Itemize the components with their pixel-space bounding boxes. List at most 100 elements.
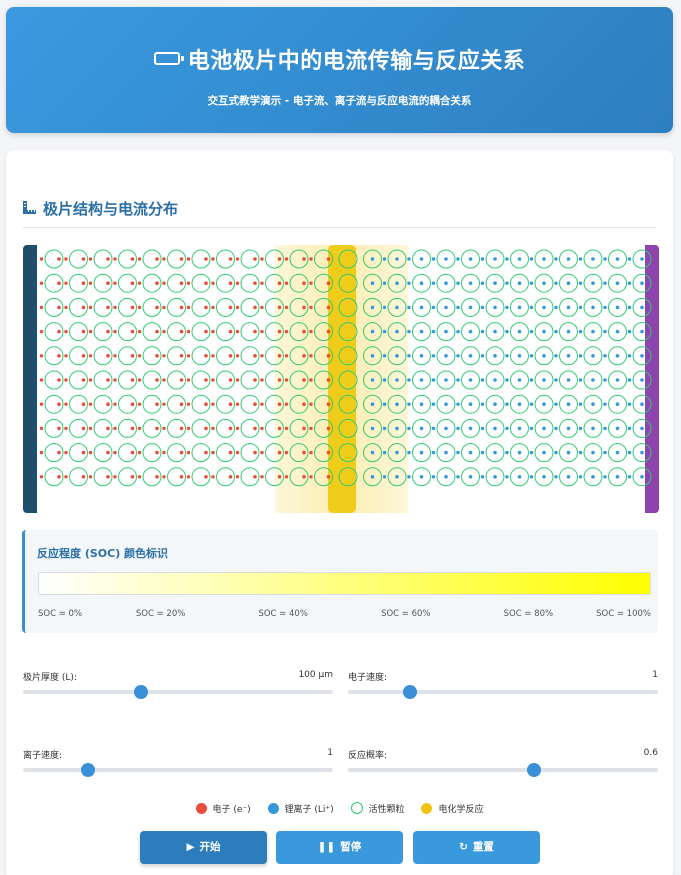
li-ion-dot — [395, 378, 399, 382]
electron-swatch-icon — [195, 803, 207, 814]
li-ion-dot — [456, 402, 460, 406]
reset-button[interactable]: ↻ 重置 — [413, 831, 540, 864]
reaction-prob-slider-thumb[interactable] — [527, 763, 541, 777]
li-ion-dot — [480, 378, 485, 382]
li-ion-dot — [444, 329, 448, 334]
electron-dot — [204, 305, 208, 310]
li-ion-dot — [566, 450, 571, 455]
start-button[interactable]: ▶ 开始 — [140, 831, 267, 864]
electron-dot — [130, 354, 135, 358]
li-ion-dot — [578, 426, 583, 431]
electron-dot — [113, 257, 117, 261]
li-ion-dot — [529, 257, 534, 261]
soc-label: SOC = 60% — [381, 609, 431, 619]
li-ion-dot — [480, 475, 485, 479]
electron-dot — [186, 281, 191, 285]
li-ion-dot — [395, 402, 399, 406]
electron-dot — [260, 354, 264, 358]
li-ion-dot — [382, 305, 387, 310]
active-particle — [338, 297, 358, 317]
electron-dot — [106, 305, 110, 310]
li-ion-dot — [407, 354, 411, 358]
electron-dot — [88, 281, 93, 285]
li-ion-dot — [640, 475, 644, 479]
li-ion-dot — [566, 257, 571, 261]
electron-speed-slider-thumb[interactable] — [403, 685, 417, 699]
electron-dot — [284, 475, 289, 479]
electron-dot — [106, 450, 110, 455]
electron-dot — [277, 402, 282, 406]
electron-dot — [130, 257, 135, 261]
electron-dot — [302, 281, 306, 285]
li-ion-dot — [480, 305, 485, 310]
electron-dot — [57, 475, 61, 479]
li-ion-dot — [554, 257, 558, 261]
electron-dot — [277, 257, 282, 261]
li-ion-dot — [407, 426, 411, 431]
section-header: 极片结构与电流分布 — [22, 198, 657, 228]
legend-li-ion: 锂离子 (Li⁺) — [267, 802, 334, 815]
electron-dot — [113, 378, 117, 382]
electrode-visualization — [23, 245, 659, 513]
electron-dot — [326, 305, 331, 310]
particle-grid — [39, 249, 652, 487]
electron-dot — [155, 329, 159, 334]
ion-speed-slider-thumb[interactable] — [81, 763, 96, 777]
electron-dot — [235, 281, 240, 285]
electron-dot — [260, 257, 264, 261]
li-ion-dot — [578, 378, 583, 382]
electron-dot — [39, 354, 44, 358]
electron-dot — [186, 450, 191, 455]
legend-particle: 活性颗粒 — [350, 802, 405, 815]
li-ion-dot — [505, 354, 509, 358]
li-ion-dot — [468, 402, 473, 406]
li-ion-dot — [370, 378, 375, 382]
li-ion-dot — [505, 450, 509, 455]
electron-dot — [57, 450, 61, 455]
electron-dot — [302, 402, 306, 406]
ion-speed-slider[interactable] — [23, 768, 333, 772]
li-ion-dot — [419, 257, 424, 261]
li-ion-dot — [591, 281, 595, 285]
electron-dot — [57, 426, 61, 431]
ion-speed-value: 1 — [327, 748, 333, 758]
pause-button[interactable]: ❚❚ 暂停 — [276, 831, 403, 864]
electron-dot — [235, 354, 240, 358]
electron-dot — [284, 281, 289, 285]
page-title: 电池极片中的电流传输与反应关系 — [6, 43, 673, 75]
reset-label: 重置 — [472, 841, 494, 853]
electron-dot — [204, 426, 208, 431]
electron-dot — [106, 475, 110, 479]
li-ion-dot — [566, 329, 571, 334]
electron-dot — [155, 354, 159, 358]
li-ion-dot — [370, 257, 375, 261]
li-ion-dot — [529, 305, 534, 310]
li-ion-dot — [407, 450, 411, 455]
electron-dot — [88, 426, 93, 431]
li-ion-dot — [456, 354, 460, 358]
electron-dot — [162, 450, 166, 455]
electron-dot — [309, 281, 313, 285]
electron-dot — [137, 257, 142, 261]
electron-speed-slider[interactable] — [348, 690, 658, 694]
electron-dot — [204, 329, 208, 334]
li-ion-dot — [468, 257, 473, 261]
li-ion-dot — [419, 402, 424, 406]
li-ion-dot — [382, 426, 387, 431]
reaction-prob-slider[interactable] — [348, 768, 658, 772]
li-ion-dot — [578, 329, 583, 334]
electron-dot — [235, 450, 240, 455]
li-ion-dot — [395, 450, 399, 455]
electron-dot — [284, 450, 289, 455]
thickness-slider[interactable] — [23, 690, 333, 694]
electron-dot — [179, 354, 184, 358]
li-ion-dot — [468, 426, 473, 431]
electron-dot — [211, 402, 215, 406]
li-ion-dot — [480, 257, 485, 261]
thickness-slider-thumb[interactable] — [133, 685, 148, 699]
li-ion-dot — [542, 426, 546, 431]
li-ion-dot — [615, 257, 620, 261]
li-ion-dot — [615, 329, 620, 334]
electron-dot — [260, 378, 264, 382]
electron-dot — [64, 450, 68, 455]
